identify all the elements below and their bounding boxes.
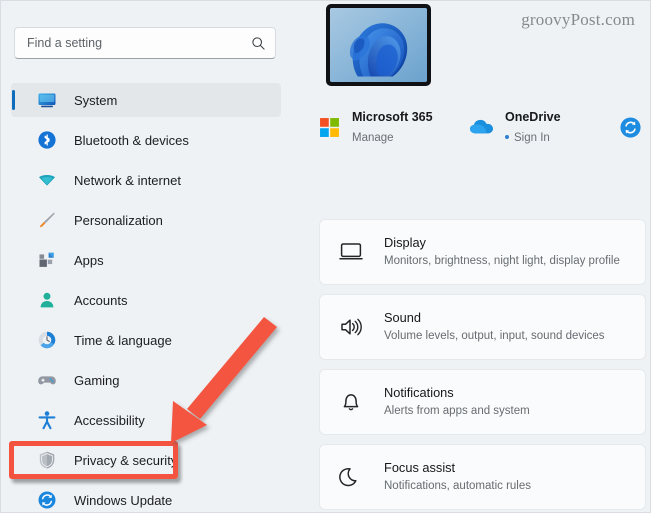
sidebar-item-label: Bluetooth & devices <box>74 132 189 148</box>
account-microsoft-365[interactable]: Microsoft 365 Manage <box>316 107 433 147</box>
wallpaper-image <box>330 8 427 82</box>
microsoft-logo-icon <box>316 114 342 140</box>
card-subtitle: Alerts from apps and system <box>384 404 530 417</box>
account-title: Microsoft 365 <box>352 110 433 124</box>
sync-button[interactable] <box>616 113 644 141</box>
sidebar-item-label: Apps <box>74 252 104 268</box>
sidebar-item-label: Windows Update <box>74 492 173 508</box>
settings-card-focus-assist[interactable]: Focus assist Notifications, automatic rul… <box>319 444 646 510</box>
card-subtitle: Volume levels, output, input, sound devi… <box>384 329 605 342</box>
card-subtitle: Notifications, automatic rules <box>384 479 532 492</box>
bluetooth-icon <box>37 130 57 150</box>
watermark: groovyPost.com <box>521 10 635 29</box>
sidebar-item-personalization[interactable]: Personalization <box>11 203 281 237</box>
clock-icon <box>37 330 57 350</box>
search-input[interactable] <box>27 36 251 50</box>
sidebar-item-accounts[interactable]: Accounts <box>11 283 281 317</box>
sidebar-item-label: Accounts <box>74 292 128 308</box>
settings-window: System Bluetooth & devices Network & inter… <box>0 0 651 513</box>
person-icon <box>37 290 57 310</box>
wifi-icon <box>37 170 57 190</box>
sidebar-item-label: Accessibility <box>74 412 145 428</box>
sidebar-item-label: System <box>74 92 118 108</box>
search-icon[interactable] <box>251 36 266 51</box>
sidebar-item-time-language[interactable]: Time & language <box>11 323 281 357</box>
card-title: Notifications <box>384 385 454 401</box>
sidebar-item-label: Privacy & security <box>74 452 178 468</box>
settings-card-notifications[interactable]: Notifications Alerts from apps and system <box>319 369 646 435</box>
sidebar-item-windows-update[interactable]: Windows Update <box>11 483 281 512</box>
sidebar-item-accessibility[interactable]: Accessibility <box>11 403 281 437</box>
status-dot-icon <box>505 135 509 140</box>
moon-icon <box>338 464 364 490</box>
sidebar-item-privacy-security[interactable]: Privacy & security <box>11 443 281 477</box>
display-icon <box>338 239 364 265</box>
sidebar-item-network-internet[interactable]: Network & internet <box>11 163 281 197</box>
search-box[interactable] <box>14 27 276 59</box>
settings-card-display[interactable]: Display Monitors, brightness, night light… <box>319 219 646 285</box>
main-panel: groovyPost.com Microsoft 365 Manage OneD… <box>291 1 650 512</box>
onedrive-cloud-icon <box>469 114 495 140</box>
card-title: Focus assist <box>384 460 456 476</box>
update-icon <box>37 490 57 510</box>
settings-card-sound[interactable]: Sound Volume levels, output, input, sound… <box>319 294 646 360</box>
gamepad-icon <box>37 370 57 390</box>
sidebar-item-label: Personalization <box>74 212 163 228</box>
card-title: Display <box>384 235 426 251</box>
sidebar-item-label: Network & internet <box>74 172 181 188</box>
settings-card-list: Display Monitors, brightness, night light… <box>319 219 646 512</box>
paintbrush-icon <box>37 210 57 230</box>
bell-icon <box>338 389 364 415</box>
accessibility-icon <box>37 410 57 430</box>
sidebar-item-label: Time & language <box>74 332 172 348</box>
apps-grid-icon <box>37 250 57 270</box>
sidebar-item-bluetooth-devices[interactable]: Bluetooth & devices <box>11 123 281 157</box>
wallpaper-thumbnail <box>326 4 431 86</box>
card-subtitle: Monitors, brightness, night light, displ… <box>384 254 620 267</box>
shield-icon <box>37 450 57 470</box>
sidebar-item-system[interactable]: System <box>11 83 281 117</box>
speaker-icon <box>338 314 364 340</box>
account-title: OneDrive <box>505 110 561 124</box>
account-subtitle[interactable]: Manage <box>352 132 394 144</box>
account-subtitle-text: Sign In <box>514 132 550 144</box>
sidebar-item-label: Gaming <box>74 372 120 388</box>
search-field-wrapper <box>14 27 276 59</box>
account-row: Microsoft 365 Manage OneDrive Sign In <box>291 105 650 149</box>
sidebar-item-gaming[interactable]: Gaming <box>11 363 281 397</box>
sidebar-item-apps[interactable]: Apps <box>11 243 281 277</box>
card-title: Sound <box>384 310 422 326</box>
account-subtitle[interactable]: Sign In <box>505 132 550 144</box>
sidebar-nav-list: System Bluetooth & devices Network & inter… <box>1 83 291 512</box>
monitor-icon <box>37 90 57 110</box>
account-onedrive[interactable]: OneDrive Sign In <box>469 107 561 147</box>
sidebar: System Bluetooth & devices Network & inter… <box>1 1 291 512</box>
